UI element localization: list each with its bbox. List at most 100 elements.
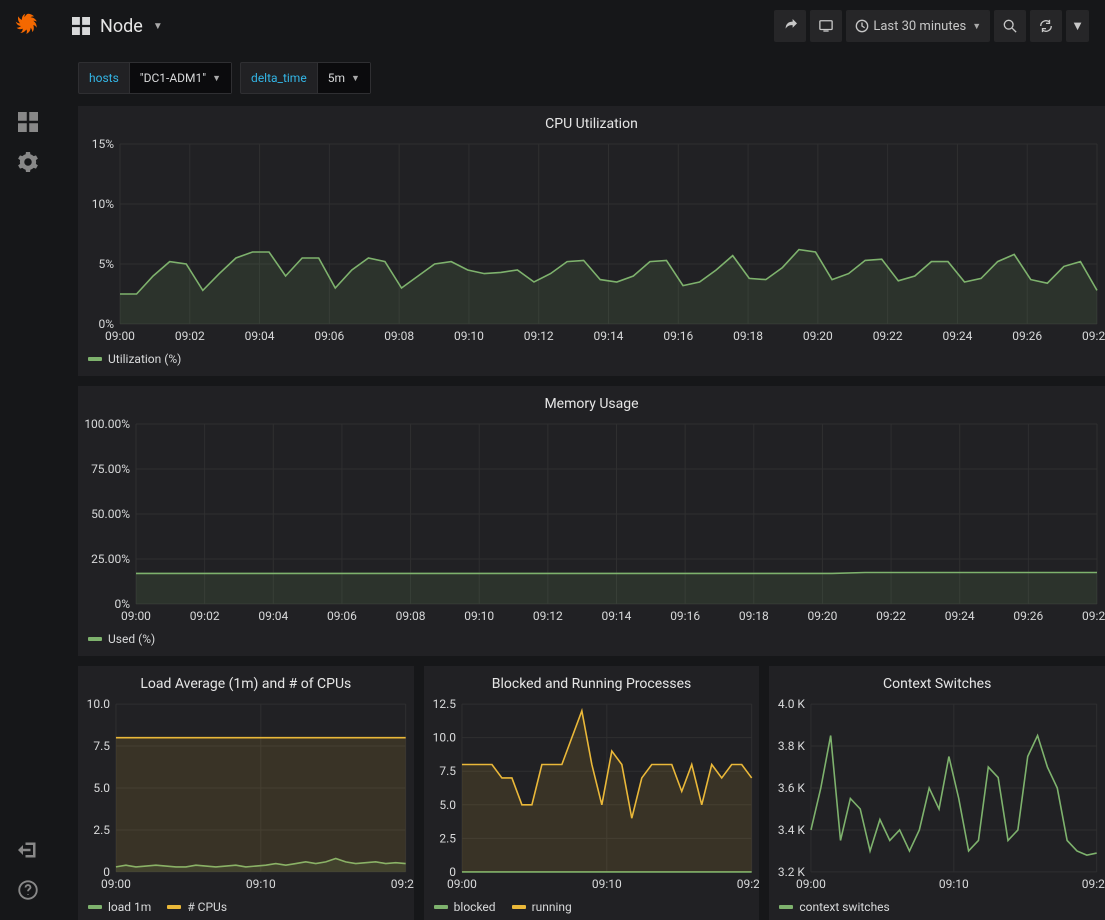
panel-load[interactable]: Load Average (1m) and # of CPUs 02.55.07… bbox=[78, 666, 414, 920]
svg-text:50.00%: 50.00% bbox=[91, 507, 130, 521]
svg-text:09:04: 09:04 bbox=[258, 609, 288, 623]
svg-text:10%: 10% bbox=[92, 197, 114, 211]
panel-title: Context Switches bbox=[769, 666, 1105, 698]
variable-hosts-value[interactable]: "DC1-ADM1"▼ bbox=[129, 63, 231, 93]
panel-context-switches[interactable]: Context Switches 3.2 K3.4 K3.6 K3.8 K4.0… bbox=[769, 666, 1105, 920]
zoom-out-button[interactable] bbox=[994, 10, 1026, 42]
svg-text:25.00%: 25.00% bbox=[91, 552, 130, 566]
svg-text:09:10: 09:10 bbox=[464, 609, 494, 623]
svg-text:2.5: 2.5 bbox=[439, 831, 456, 845]
svg-text:09:20: 09:20 bbox=[803, 329, 833, 343]
panel-title: Memory Usage bbox=[78, 386, 1105, 418]
svg-text:09:08: 09:08 bbox=[396, 609, 426, 623]
svg-text:09:14: 09:14 bbox=[594, 329, 624, 343]
svg-text:12.5: 12.5 bbox=[432, 698, 456, 711]
panel-cpu[interactable]: CPU Utilization 0%5%10%15%09:0009:0209:0… bbox=[78, 106, 1105, 376]
svg-text:09:02: 09:02 bbox=[175, 329, 205, 343]
caret-down-icon: ▼ bbox=[153, 21, 163, 32]
svg-text:2.5: 2.5 bbox=[93, 823, 110, 837]
caret-down-icon: ▼ bbox=[212, 73, 221, 84]
time-range-picker[interactable]: Last 30 minutes ▼ bbox=[846, 10, 990, 42]
chart-load: 02.55.07.510.009:0009:1009:20 bbox=[78, 698, 414, 894]
variable-label: delta_time bbox=[241, 63, 317, 93]
tv-mode-button[interactable] bbox=[810, 10, 842, 42]
svg-text:09:10: 09:10 bbox=[246, 877, 276, 891]
sidebar-dashboards[interactable] bbox=[8, 102, 48, 142]
svg-text:09:06: 09:06 bbox=[327, 609, 357, 623]
variable-row: hosts "DC1-ADM1"▼ delta_time 5m▼ bbox=[78, 62, 1105, 94]
svg-text:09:12: 09:12 bbox=[533, 609, 563, 623]
refresh-button[interactable] bbox=[1030, 10, 1062, 42]
svg-text:09:02: 09:02 bbox=[190, 609, 220, 623]
svg-text:09:10: 09:10 bbox=[592, 877, 622, 891]
refresh-interval-dropdown[interactable]: ▼ bbox=[1066, 10, 1089, 42]
svg-text:5.0: 5.0 bbox=[439, 798, 456, 812]
svg-text:10.0: 10.0 bbox=[432, 731, 456, 745]
svg-text:09:16: 09:16 bbox=[663, 329, 693, 343]
svg-text:09:08: 09:08 bbox=[384, 329, 414, 343]
svg-text:09:24: 09:24 bbox=[945, 609, 975, 623]
svg-text:4.0 K: 4.0 K bbox=[778, 698, 806, 711]
legend-item[interactable]: context switches bbox=[779, 900, 889, 914]
share-button[interactable] bbox=[774, 10, 806, 42]
legend-item[interactable]: Utilization (%) bbox=[88, 352, 181, 366]
panel-processes[interactable]: Blocked and Running Processes 02.55.07.5… bbox=[424, 666, 760, 920]
panel-memory[interactable]: Memory Usage 0%25.00%50.00%75.00%100.00%… bbox=[78, 386, 1105, 656]
svg-text:7.5: 7.5 bbox=[439, 764, 456, 778]
svg-text:09:04: 09:04 bbox=[245, 329, 275, 343]
sidebar bbox=[0, 52, 56, 920]
svg-text:09:22: 09:22 bbox=[873, 329, 903, 343]
svg-text:09:00: 09:00 bbox=[101, 877, 131, 891]
dashboard-title-dropdown[interactable]: Node ▼ bbox=[56, 16, 163, 37]
legend-item[interactable]: blocked bbox=[434, 900, 496, 914]
dashboard-icon bbox=[72, 17, 90, 35]
svg-text:3.6 K: 3.6 K bbox=[778, 781, 806, 795]
variable-delta-time: delta_time 5m▼ bbox=[240, 62, 371, 94]
svg-text:09:26: 09:26 bbox=[1012, 329, 1042, 343]
svg-text:09:18: 09:18 bbox=[733, 329, 763, 343]
sidebar-help[interactable] bbox=[8, 870, 48, 910]
svg-text:09:28: 09:28 bbox=[1082, 609, 1105, 623]
svg-text:09:10: 09:10 bbox=[939, 877, 969, 891]
legend-item[interactable]: load 1m bbox=[88, 900, 151, 914]
svg-text:09:12: 09:12 bbox=[524, 329, 554, 343]
svg-text:10.0: 10.0 bbox=[87, 698, 111, 711]
svg-text:09:22: 09:22 bbox=[876, 609, 906, 623]
legend-item[interactable]: # CPUs bbox=[167, 900, 227, 914]
sidebar-signin[interactable] bbox=[8, 830, 48, 870]
svg-text:09:14: 09:14 bbox=[602, 609, 632, 623]
caret-down-icon: ▼ bbox=[972, 21, 981, 32]
sidebar-settings[interactable] bbox=[8, 142, 48, 182]
svg-text:09:00: 09:00 bbox=[121, 609, 151, 623]
svg-text:09:20: 09:20 bbox=[736, 877, 759, 891]
chart-processes: 02.55.07.510.012.509:0009:1009:20 bbox=[424, 698, 760, 894]
caret-down-icon: ▼ bbox=[1071, 18, 1084, 34]
panel-title: Blocked and Running Processes bbox=[424, 666, 760, 698]
svg-text:09:28: 09:28 bbox=[1082, 329, 1105, 343]
svg-text:15%: 15% bbox=[92, 138, 114, 151]
variable-hosts: hosts "DC1-ADM1"▼ bbox=[78, 62, 232, 94]
svg-text:09:16: 09:16 bbox=[670, 609, 700, 623]
panel-title: Load Average (1m) and # of CPUs bbox=[78, 666, 414, 698]
svg-text:09:10: 09:10 bbox=[454, 329, 484, 343]
svg-text:5.0: 5.0 bbox=[93, 781, 110, 795]
svg-text:7.5: 7.5 bbox=[93, 739, 110, 753]
svg-text:09:20: 09:20 bbox=[391, 877, 414, 891]
svg-text:09:26: 09:26 bbox=[1013, 609, 1043, 623]
chart-memory: 0%25.00%50.00%75.00%100.00%09:0009:0209:… bbox=[78, 418, 1105, 626]
svg-text:09:20: 09:20 bbox=[1082, 877, 1105, 891]
caret-down-icon: ▼ bbox=[351, 73, 360, 84]
svg-text:09:24: 09:24 bbox=[942, 329, 972, 343]
clock-icon bbox=[855, 19, 869, 33]
svg-text:09:00: 09:00 bbox=[105, 329, 135, 343]
variable-delta-value[interactable]: 5m▼ bbox=[317, 63, 370, 93]
chart-cpu: 0%5%10%15%09:0009:0209:0409:0609:0809:10… bbox=[78, 138, 1105, 346]
legend-item[interactable]: Used (%) bbox=[88, 632, 155, 646]
svg-text:09:06: 09:06 bbox=[314, 329, 344, 343]
svg-text:3.4 K: 3.4 K bbox=[778, 823, 806, 837]
grafana-logo[interactable] bbox=[0, 0, 56, 52]
svg-text:09:18: 09:18 bbox=[739, 609, 769, 623]
time-range-label: Last 30 minutes bbox=[873, 19, 966, 34]
chart-context-switches: 3.2 K3.4 K3.6 K3.8 K4.0 K09:0009:1009:20 bbox=[769, 698, 1105, 894]
legend-item[interactable]: running bbox=[512, 900, 572, 914]
